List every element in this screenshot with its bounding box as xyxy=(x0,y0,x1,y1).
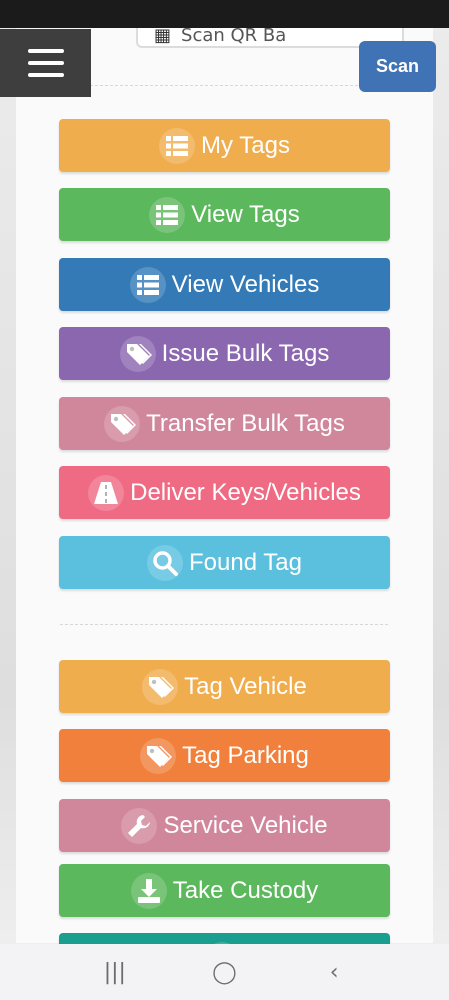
list-icon xyxy=(149,196,186,233)
wrench-icon xyxy=(121,807,158,844)
menu-button-transfer-bulk-tags[interactable]: Transfer Bulk Tags xyxy=(59,397,390,450)
menu-button-label: View Vehicles xyxy=(171,270,320,298)
search-icon xyxy=(147,544,183,581)
hamburger-bar-icon xyxy=(27,49,64,53)
tags-icon xyxy=(142,668,179,705)
menu-button-service-vehicle[interactable]: Service Vehicle xyxy=(59,799,390,852)
menu-button-label: Tag Vehicle xyxy=(184,672,307,700)
android-nav-bar: ||| ◯ ‹ xyxy=(0,944,449,1000)
scan-button[interactable]: Scan xyxy=(359,41,436,92)
menu-button-tag-vehicle[interactable]: Tag Vehicle xyxy=(59,660,390,713)
tags-icon xyxy=(104,405,141,442)
qr-code-icon: ▦ xyxy=(154,28,172,46)
back-button[interactable]: ‹ xyxy=(304,960,364,985)
menu-button-label: Service Vehicle xyxy=(163,811,328,839)
hamburger-menu-button[interactable] xyxy=(0,29,91,97)
menu-button-issue-bulk-tags[interactable]: Issue Bulk Tags xyxy=(59,327,390,380)
scan-qr-label: Scan QR Ba xyxy=(181,28,287,46)
menu-button-view-vehicles[interactable]: View Vehicles xyxy=(59,258,390,311)
menu-button-label: Issue Bulk Tags xyxy=(161,339,330,367)
hamburger-bar-icon xyxy=(27,61,64,65)
menu-button-deliver-keys-vehicles[interactable]: Deliver Keys/Vehicles xyxy=(59,466,390,519)
divider-middle xyxy=(60,624,388,625)
road-icon xyxy=(88,474,125,511)
menu-button-label: My Tags xyxy=(201,131,290,159)
hamburger-bar-icon xyxy=(27,73,64,77)
menu-button-my-tags[interactable]: My Tags xyxy=(59,119,390,172)
recent-apps-button[interactable]: ||| xyxy=(85,960,145,985)
menu-button-label: Tag Parking xyxy=(182,741,309,769)
menu-button-found-tag[interactable]: Found Tag xyxy=(59,536,390,589)
menu-button-label: Found Tag xyxy=(189,548,302,576)
tags-icon xyxy=(119,335,156,372)
menu-button-take-custody[interactable]: Take Custody xyxy=(59,864,390,917)
status-bar xyxy=(0,0,449,28)
tags-icon xyxy=(140,737,177,774)
list-icon xyxy=(159,127,196,164)
list-icon xyxy=(129,266,166,303)
menu-button-label: Transfer Bulk Tags xyxy=(146,409,345,437)
menu-button-tag-parking[interactable]: Tag Parking xyxy=(59,729,390,782)
menu-button-label: Deliver Keys/Vehicles xyxy=(130,478,361,506)
menu-button-label: View Tags xyxy=(191,200,300,228)
menu-button-view-tags[interactable]: View Tags xyxy=(59,188,390,241)
divider-top xyxy=(60,85,388,86)
menu-button-label: Take Custody xyxy=(172,876,319,904)
home-button[interactable]: ◯ xyxy=(194,960,254,985)
download-icon xyxy=(130,872,167,909)
